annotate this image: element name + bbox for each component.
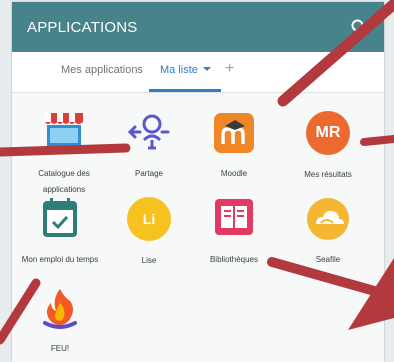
app-label: FEU! bbox=[50, 344, 70, 353]
active-tab-indicator bbox=[149, 89, 221, 92]
app-seafile[interactable]: Seafile bbox=[278, 196, 378, 268]
seafile-icon bbox=[305, 196, 351, 242]
app-mes-resultats[interactable]: MR Mes résultats bbox=[278, 110, 378, 183]
mr-badge: MR bbox=[306, 111, 350, 155]
book-icon bbox=[211, 196, 257, 242]
li-badge: Li bbox=[127, 197, 171, 241]
storefront-icon bbox=[41, 110, 87, 156]
app-emploi-du-temps[interactable]: Mon emploi du temps bbox=[10, 196, 110, 268]
search-icon[interactable] bbox=[350, 18, 368, 36]
mr-badge-icon: MR bbox=[305, 111, 351, 157]
app-label: Seafile bbox=[315, 255, 341, 264]
tab-bar: Mes applications Ma liste + bbox=[12, 52, 384, 93]
app-label: Moodle bbox=[220, 169, 248, 178]
tab-mes-applications[interactable]: Mes applications bbox=[61, 64, 143, 76]
app-label: Mon emploi du temps bbox=[21, 255, 99, 264]
app-bibliotheques[interactable]: Bibliothèques bbox=[184, 196, 284, 268]
app-moodle[interactable]: Moodle bbox=[184, 110, 284, 182]
app-feu[interactable]: FEU! bbox=[10, 285, 110, 357]
moodle-icon bbox=[211, 110, 257, 156]
share-person-icon bbox=[126, 110, 172, 156]
tab-ma-liste[interactable]: Ma liste bbox=[160, 64, 211, 76]
li-badge-icon: Li bbox=[126, 197, 172, 243]
applications-panel: APPLICATIONS Mes applications Ma liste +… bbox=[12, 2, 384, 362]
flame-icon bbox=[37, 285, 83, 331]
tab-ma-liste-label: Ma liste bbox=[160, 64, 198, 76]
add-tab-button[interactable]: + bbox=[225, 60, 234, 78]
caret-down-icon bbox=[202, 67, 211, 71]
app-label: Mes résultats bbox=[304, 170, 352, 179]
app-label: Bibliothèques bbox=[209, 255, 259, 264]
calendar-icon bbox=[37, 196, 83, 242]
header-title: APPLICATIONS bbox=[27, 19, 138, 36]
applications-header: APPLICATIONS bbox=[12, 2, 384, 52]
